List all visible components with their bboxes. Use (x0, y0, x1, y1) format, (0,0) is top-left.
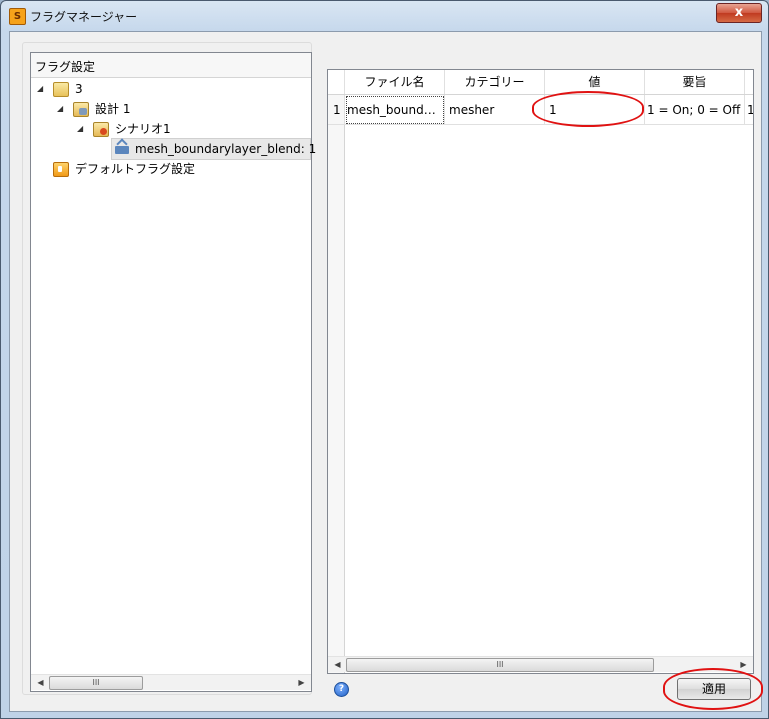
help-icon[interactable]: ? (334, 682, 349, 697)
tree-horizontal-scrollbar[interactable]: ◀ III ▶ (31, 674, 311, 690)
dialog-client: フラグ設定 ◢ 3 ◢ 設計 1 ◢ シナリオ1 mesh_boundaryla… (9, 31, 762, 712)
row-index: 1 (328, 95, 345, 125)
window-title: フラグマネージャー (30, 10, 138, 24)
tree-header: フラグ設定 (31, 53, 311, 78)
tree-node-flag[interactable]: mesh_boundarylayer_blend: 1 (111, 138, 316, 160)
scroll-right-arrow-icon[interactable]: ▶ (294, 675, 309, 690)
collapse-arrow-icon[interactable]: ◢ (77, 119, 83, 139)
tree-node-label: デフォルトフラグ設定 (75, 162, 196, 176)
tree-node-label: mesh_boundarylayer_blend: 1 (135, 142, 317, 156)
row-header-column (328, 70, 345, 673)
apply-highlight-circle (663, 668, 763, 710)
cell-extra[interactable]: 1 (745, 95, 753, 125)
column-header-filename[interactable]: ファイル名 (345, 70, 445, 94)
scrollbar-thumb[interactable]: III (346, 658, 654, 672)
tree-node-label: シナリオ1 (115, 122, 171, 136)
design-icon (73, 102, 89, 117)
cell-filename[interactable]: mesh_bound… (345, 95, 445, 125)
title-bar[interactable]: S フラグマネージャー x (1, 1, 768, 31)
scroll-left-arrow-icon[interactable]: ◀ (330, 657, 345, 672)
column-header-category[interactable]: カテゴリー (445, 70, 545, 94)
column-header-summary[interactable]: 要旨 (645, 70, 745, 94)
value-highlight-circle (532, 91, 644, 127)
app-icon: S (9, 8, 26, 25)
project-icon (53, 82, 69, 97)
collapse-arrow-icon[interactable]: ◢ (37, 79, 43, 99)
row-header-corner (328, 70, 345, 94)
tree-header-label: フラグ設定 (35, 60, 96, 74)
default-flag-icon (53, 162, 69, 177)
flag-icon (115, 146, 129, 154)
cell-summary[interactable]: 1 = On; 0 = Off (645, 95, 745, 125)
close-button[interactable]: x (716, 3, 762, 23)
flag-grid: ファイル名 カテゴリー 値 要旨 1 mesh_bound… mesher 1 … (327, 69, 754, 674)
scroll-left-arrow-icon[interactable]: ◀ (33, 675, 48, 690)
scrollbar-thumb[interactable]: III (49, 676, 143, 690)
flag-tree-panel: フラグ設定 ◢ 3 ◢ 設計 1 ◢ シナリオ1 mesh_boundaryla… (30, 52, 316, 692)
collapse-arrow-icon[interactable]: ◢ (57, 99, 63, 119)
scenario-icon (93, 122, 109, 137)
tree-node-label: 3 (75, 82, 83, 96)
tree-node-label: 設計 1 (95, 102, 131, 116)
window-frame: S フラグマネージャー x フラグ設定 ◢ 3 ◢ 設計 1 ◢ シナリオ1 m… (0, 0, 769, 719)
cell-category[interactable]: mesher (445, 95, 545, 125)
grid-header: ファイル名 カテゴリー 値 要旨 (328, 70, 753, 95)
